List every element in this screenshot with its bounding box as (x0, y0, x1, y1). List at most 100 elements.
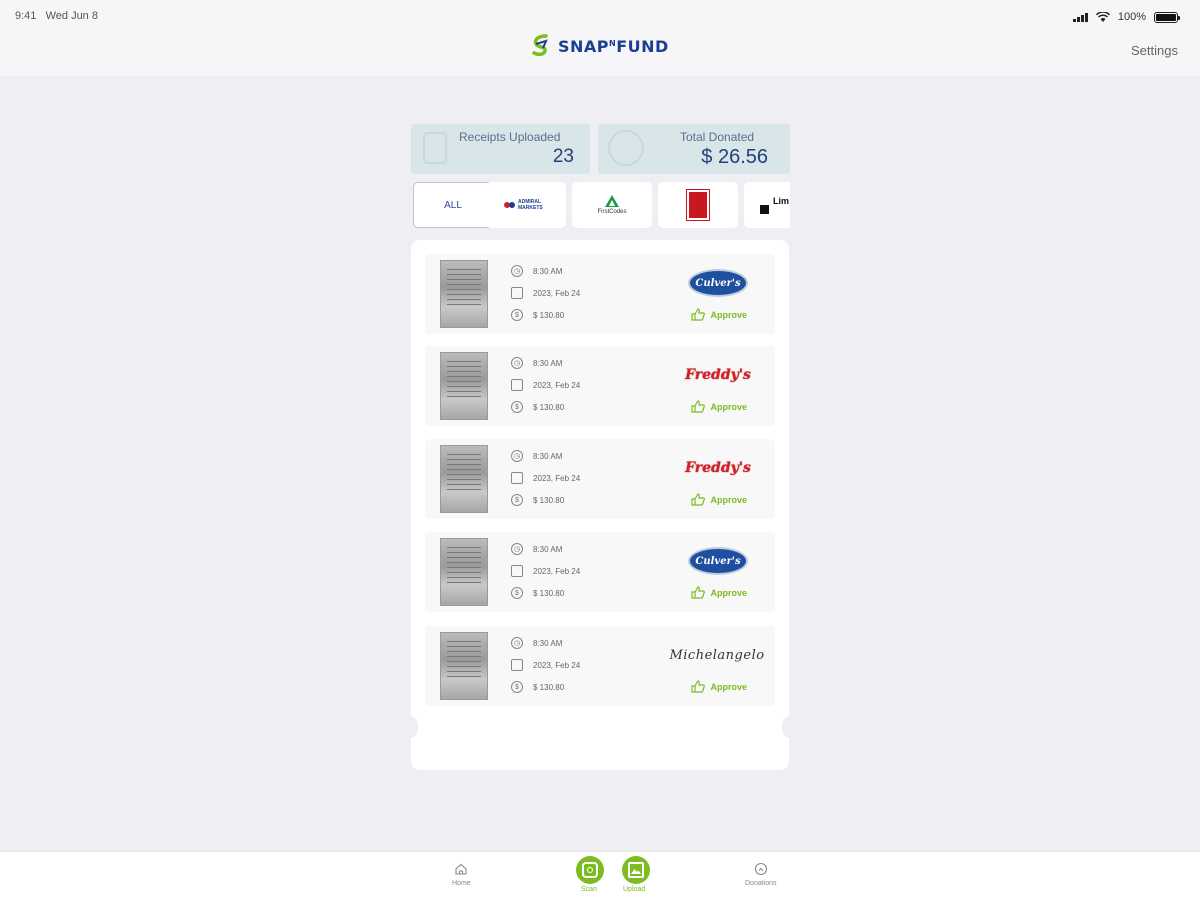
culvers-logo: Culver's (688, 547, 748, 575)
brand-logo: Michelangelo (669, 640, 764, 670)
thumbs-up-icon (691, 680, 706, 693)
dollar-icon: $ (511, 401, 523, 413)
receipt-row[interactable]: ◷ 8:30 AM 2023, Feb 24 $ $ 130.80 Culver's… (425, 532, 775, 612)
settings-link[interactable]: Settings (1131, 43, 1178, 58)
receipt-thumbnail[interactable] (440, 538, 488, 606)
receipt-time-value: 8:30 AM (533, 638, 563, 648)
approve-status[interactable]: Approve (691, 493, 747, 506)
dollar-icon: $ (511, 309, 523, 321)
nav-donations[interactable]: Donations (745, 862, 777, 887)
cellular-signal-icon (1072, 12, 1088, 22)
thumbs-up-icon (691, 400, 706, 413)
filter-chip-lim[interactable]: Lim (744, 182, 790, 228)
receipt-amount: $ $ 130.80 (511, 309, 564, 321)
app-name-part3: FUND (616, 36, 669, 56)
admiral-markets-logo-icon: ADMIRAL MARKETS (504, 199, 548, 211)
nav-donations-label: Donations (745, 880, 777, 887)
receipt-thumbnail[interactable] (440, 445, 488, 513)
receipt-time-value: 8:30 AM (533, 544, 563, 554)
dollar-coin-icon (608, 130, 644, 166)
calendar-icon (511, 565, 523, 577)
receipts-uploaded-label: Receipts Uploaded (459, 130, 561, 144)
clock-icon: ◷ (511, 265, 523, 277)
home-icon (455, 863, 467, 875)
donations-coin-icon (754, 862, 767, 876)
receipts-uploaded-value: 23 (552, 146, 574, 167)
status-time: 9:41 Wed Jun 8 (15, 10, 98, 22)
approve-label: Approve (710, 681, 747, 692)
receipt-amount: $ $ 130.80 (511, 494, 564, 506)
approve-status[interactable]: Approve (691, 680, 747, 693)
receipt-thumbnail[interactable] (440, 260, 488, 328)
michelangelo-logo: Michelangelo (669, 647, 765, 663)
dollar-icon: $ (511, 587, 523, 599)
app-name: SNAPNFUND (558, 37, 669, 56)
ticket-notch-right (782, 716, 796, 738)
total-donated-value: $ 26.56 (701, 146, 768, 168)
app-name-part1: SNAP (558, 36, 610, 56)
receipt-date-value: 2023, Feb 24 (533, 380, 581, 390)
receipt-date: 2023, Feb 24 (511, 287, 580, 299)
brand-logo: Culver's (687, 546, 749, 576)
receipt-date-value: 2023, Feb 24 (533, 473, 581, 483)
receipt-amount: $ $ 130.80 (511, 401, 564, 413)
total-donated-card: Total Donated $ 26.56 (598, 124, 790, 174)
receipts-uploaded-card: Receipts Uploaded 23 (411, 124, 590, 174)
receipt-row[interactable]: ◷ 8:30 AM 2023, Feb 24 $ $ 130.80 Freddy's… (425, 346, 775, 426)
approve-status[interactable]: Approve (691, 400, 747, 413)
clock-icon: ◷ (511, 450, 523, 462)
receipt-time: ◷ 8:30 AM (511, 637, 562, 649)
clock-icon: ◷ (511, 637, 523, 649)
total-donated-label: Total Donated (680, 130, 755, 144)
calendar-icon (511, 472, 523, 484)
receipt-thumbnail[interactable] (440, 632, 488, 700)
status-date: Wed Jun 8 (45, 10, 98, 22)
receipt-date: 2023, Feb 24 (511, 659, 580, 671)
brand-filter-bar[interactable]: ALL ADMIRAL MARKETS FirstCodes Lim (413, 182, 790, 230)
filter-chip-all[interactable]: ALL (413, 182, 493, 228)
receipt-thumbnail[interactable] (440, 352, 488, 420)
receipt-amount-value: $ 130.80 (533, 682, 565, 692)
freddys-logo: Freddy's (685, 460, 751, 476)
app-logo: SNAPNFUND (530, 33, 669, 59)
receipt-date-value: 2023, Feb 24 (533, 566, 581, 576)
lim-logo-icon (760, 204, 769, 214)
receipts-panel: ◷ 8:30 AM 2023, Feb 24 $ $ 130.80 Culver's… (404, 240, 796, 770)
filter-chip-firstcodes[interactable]: FirstCodes (572, 182, 652, 228)
receipt-time-value: 8:30 AM (533, 451, 563, 461)
lim-label: Lim (773, 196, 790, 206)
dollar-icon: $ (511, 494, 523, 506)
receipt-time: ◷ 8:30 AM (511, 265, 562, 277)
snapnfund-logo-icon (532, 34, 548, 57)
receipt-row[interactable]: ◷ 8:30 AM 2023, Feb 24 $ $ 130.80 Freddy's… (425, 439, 775, 519)
thumbs-up-icon (691, 586, 706, 599)
calendar-icon (511, 659, 523, 671)
camera-icon[interactable] (576, 856, 604, 884)
ticket-notch-left (404, 716, 418, 738)
receipt-date-value: 2023, Feb 24 (533, 288, 581, 298)
brand-logo: Culver's (687, 268, 749, 298)
approve-status[interactable]: Approve (691, 586, 747, 599)
clock-icon: ◷ (511, 357, 523, 369)
red-badge-logo-icon (686, 189, 710, 221)
image-upload-icon[interactable] (622, 856, 650, 884)
receipt-row[interactable]: ◷ 8:30 AM 2023, Feb 24 $ $ 130.80 Michelan… (425, 626, 775, 706)
receipt-amount-value: $ 130.80 (533, 588, 565, 598)
thumbs-up-icon (691, 493, 706, 506)
nav-home[interactable]: Home (452, 862, 471, 887)
dollar-icon: $ (511, 681, 523, 693)
filter-chip-red-brand[interactable] (658, 182, 738, 228)
receipt-time-value: 8:30 AM (533, 266, 563, 276)
calendar-icon (511, 379, 523, 391)
receipt-time: ◷ 8:30 AM (511, 543, 562, 555)
receipt-row[interactable]: ◷ 8:30 AM 2023, Feb 24 $ $ 130.80 Culver's… (425, 254, 775, 334)
receipt-time: ◷ 8:30 AM (511, 357, 562, 369)
receipt-amount-value: $ 130.80 (533, 310, 565, 320)
thumbs-up-icon (691, 308, 706, 321)
receipt-amount: $ $ 130.80 (511, 587, 564, 599)
approve-label: Approve (710, 401, 747, 412)
nav-upload-label: Upload (623, 886, 646, 893)
top-bar: 9:41 Wed Jun 8 100% SNAPNFUND Settings (0, 0, 1200, 76)
filter-chip-admiral-markets[interactable]: ADMIRAL MARKETS (486, 182, 566, 228)
approve-status[interactable]: Approve (691, 308, 747, 321)
